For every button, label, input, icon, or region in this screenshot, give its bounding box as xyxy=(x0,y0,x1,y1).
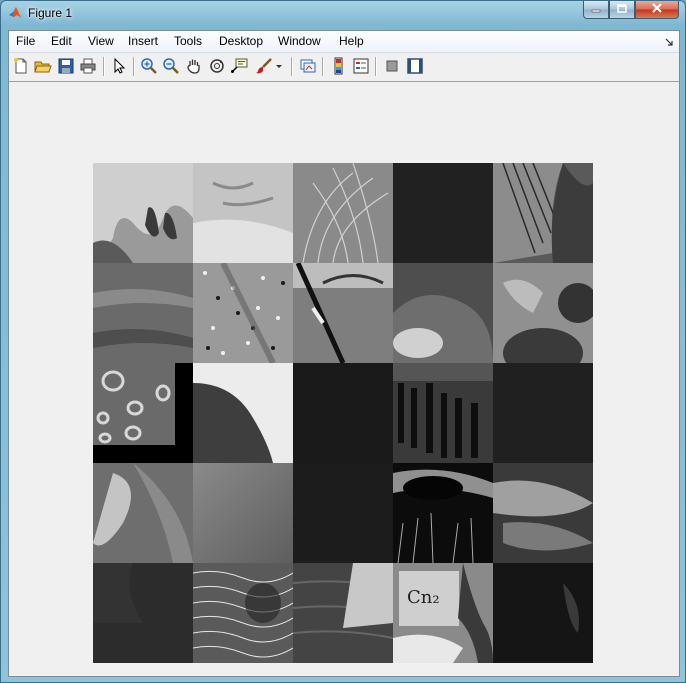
edit-plot-arrow-icon[interactable] xyxy=(110,57,128,75)
brush-icon[interactable] xyxy=(255,57,273,75)
insert-colorbar-icon[interactable] xyxy=(330,57,348,75)
toolbar-separator xyxy=(103,57,105,76)
link-plot-icon[interactable] xyxy=(299,57,317,75)
figure-canvas[interactable]: Cn₂ xyxy=(9,82,679,676)
open-file-icon[interactable] xyxy=(34,57,52,75)
mosaic-tile xyxy=(193,163,293,263)
figure-window: Figure 1 File Edit View Insert Tools Des… xyxy=(0,0,686,683)
mosaic-tile xyxy=(493,463,593,563)
mosaic-tile xyxy=(293,463,393,563)
mosaic-tile xyxy=(93,463,193,563)
zoom-out-icon[interactable] xyxy=(162,57,180,75)
zoom-in-icon[interactable] xyxy=(140,57,158,75)
mosaic-tile xyxy=(193,363,293,463)
mosaic-tile xyxy=(293,263,393,363)
dock-arrow-icon[interactable] xyxy=(665,35,673,46)
texture-mosaic-image: Cn₂ xyxy=(93,163,593,663)
close-icon xyxy=(651,2,663,17)
close-button[interactable] xyxy=(635,1,679,19)
menu-help[interactable]: Help xyxy=(339,34,364,48)
data-cursor-icon[interactable] xyxy=(230,57,248,75)
mosaic-tile xyxy=(493,563,593,663)
mosaic-tile xyxy=(293,163,393,263)
pan-hand-icon[interactable] xyxy=(185,57,203,75)
minimize-button[interactable] xyxy=(583,1,609,19)
toolbar-separator xyxy=(291,57,293,76)
menu-view[interactable]: View xyxy=(88,34,114,48)
mosaic-tile xyxy=(393,163,493,263)
show-plot-tools-icon[interactable] xyxy=(406,57,424,75)
print-figure-icon[interactable] xyxy=(79,57,97,75)
title-bar[interactable]: Figure 1 xyxy=(1,1,685,25)
mosaic-tile xyxy=(493,263,593,363)
mosaic-tile xyxy=(193,463,293,563)
toolbar-separator xyxy=(322,57,324,76)
brush-dropdown-icon[interactable] xyxy=(275,57,283,75)
toolbar-separator xyxy=(375,57,377,76)
menu-edit[interactable]: Edit xyxy=(51,34,72,48)
window-title: Figure 1 xyxy=(28,6,73,20)
menu-bar: File Edit View Insert Tools Desktop Wind… xyxy=(9,31,679,53)
maximize-button[interactable] xyxy=(609,1,635,19)
menu-file[interactable]: File xyxy=(16,34,35,48)
hide-plot-tools-icon[interactable] xyxy=(383,57,401,75)
mosaic-tile xyxy=(393,363,493,463)
insert-legend-icon[interactable] xyxy=(352,57,370,75)
mosaic-tile xyxy=(193,563,293,663)
toolbar-separator xyxy=(133,57,135,76)
figure-client-area: File Edit View Insert Tools Desktop Wind… xyxy=(8,30,680,677)
mosaic-tile xyxy=(393,463,493,563)
mosaic-tile xyxy=(93,263,193,363)
new-figure-icon[interactable] xyxy=(12,57,30,75)
mosaic-tile xyxy=(393,263,493,363)
mosaic-tile xyxy=(493,363,593,463)
menu-tools[interactable]: Tools xyxy=(174,34,202,48)
mosaic-tile xyxy=(293,563,393,663)
menu-desktop[interactable]: Desktop xyxy=(219,34,263,48)
handwritten-text: Cn₂ xyxy=(407,587,440,608)
menu-window[interactable]: Window xyxy=(278,34,321,48)
mosaic-tile xyxy=(93,563,193,663)
maximize-icon xyxy=(617,3,627,17)
mosaic-tile: Cn₂ xyxy=(393,563,493,663)
mosaic-tile xyxy=(93,163,193,263)
mosaic-tile xyxy=(293,363,393,463)
save-figure-icon[interactable] xyxy=(57,57,75,75)
mosaic-tile xyxy=(93,363,193,463)
minimize-icon xyxy=(591,3,601,17)
mosaic-tile xyxy=(493,163,593,263)
rotate-3d-icon[interactable] xyxy=(208,57,226,75)
matlab-logo-icon xyxy=(8,6,22,20)
figure-toolbar xyxy=(9,53,679,82)
mosaic-tile xyxy=(193,263,293,363)
menu-insert[interactable]: Insert xyxy=(128,34,158,48)
